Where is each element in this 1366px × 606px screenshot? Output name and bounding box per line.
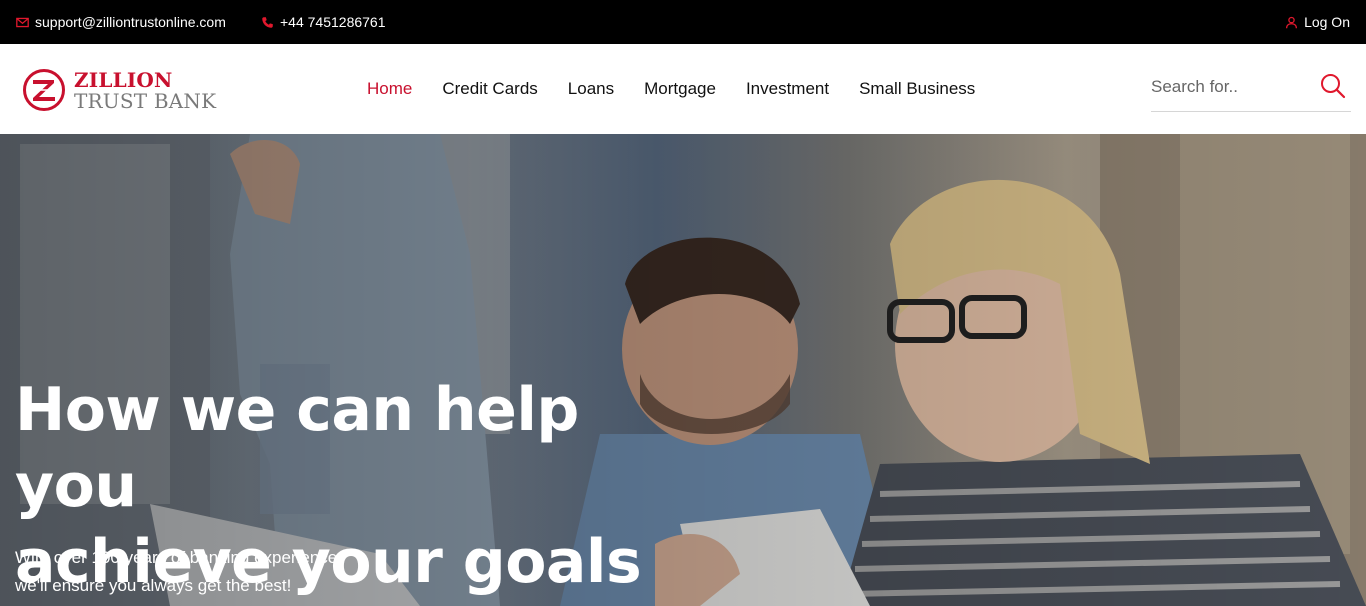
search-box: [1151, 70, 1351, 112]
zillion-logo-mark: [23, 69, 65, 111]
hero-banner: How we can help you achieve your goals W…: [0, 134, 1366, 606]
hero-title-line1: How we can help you: [15, 375, 579, 521]
brand-logo[interactable]: ZILLION TRUST BANK: [22, 68, 216, 112]
phone-icon: [262, 16, 273, 28]
envelope-icon: [16, 17, 29, 27]
contact-phone-text: +44 7451286761: [280, 14, 386, 30]
user-icon: [1286, 16, 1298, 28]
nav-item-mortgage[interactable]: Mortgage: [629, 79, 731, 99]
contact-phone[interactable]: +44 7451286761: [261, 0, 386, 44]
hero-subtitle-line1: With over 100 years of banking experienc…: [15, 548, 338, 567]
log-on-label: Log On: [1304, 14, 1350, 30]
search-input[interactable]: [1151, 70, 1311, 104]
search-icon: [1321, 74, 1346, 99]
brand-name-line1: ZILLION: [74, 67, 173, 92]
nav-item-small-business[interactable]: Small Business: [844, 79, 990, 99]
brand-name-line2: TRUST BANK: [74, 88, 217, 113]
main-header: ZILLION TRUST BANK Home Credit Cards Loa…: [0, 44, 1366, 134]
nav-item-home[interactable]: Home: [352, 79, 427, 99]
log-on-link[interactable]: Log On: [1285, 0, 1350, 44]
search-button[interactable]: [1319, 72, 1347, 100]
nav-item-credit-cards[interactable]: Credit Cards: [427, 79, 552, 99]
nav-item-loans[interactable]: Loans: [553, 79, 629, 99]
hero-subtitle-line2: we'll ensure you always get the best!: [15, 576, 292, 595]
nav-item-investment[interactable]: Investment: [731, 79, 844, 99]
main-nav: Home Credit Cards Loans Mortgage Investm…: [352, 44, 990, 134]
contact-email[interactable]: support@zilliontrustonline.com: [16, 0, 226, 44]
contact-email-text: support@zilliontrustonline.com: [35, 14, 226, 30]
top-bar: support@zilliontrustonline.com +44 74512…: [0, 0, 1366, 44]
hero-subtitle: With over 100 years of banking experienc…: [15, 544, 337, 600]
brand-name: ZILLION TRUST BANK: [74, 70, 216, 111]
